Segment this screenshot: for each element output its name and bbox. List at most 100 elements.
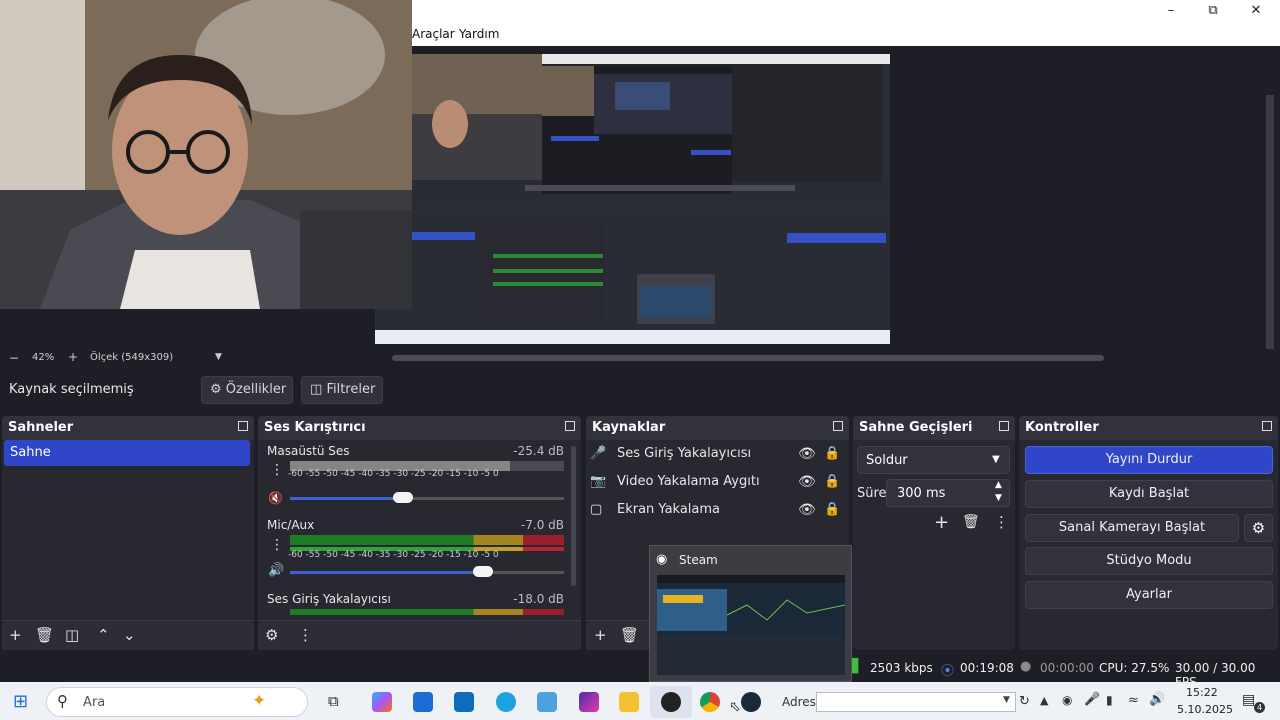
wifi-icon[interactable]: ≈ [1128,693,1139,708]
filter-icon: ◫ [310,382,323,397]
trash-icon[interactable]: 🗑 [620,626,639,644]
meter-ticks: -60 -55 -50 -45 -40 -35 -30 -25 -20 -15 … [288,550,499,560]
taskbar-search[interactable]: ⚲ Ara ✦ [46,687,308,717]
start-virtual-cam-button[interactable]: Sanal Kamerayı Başlat [1025,514,1239,542]
muted-speaker-icon[interactable]: 🔇 [268,491,283,505]
lock-icon[interactable]: 🔒 [824,446,840,461]
studio-mode-button[interactable]: Stüdyo Modu [1025,547,1273,575]
outlook-icon[interactable] [454,692,474,712]
no-source-label: Kaynak seçilmemiş [9,382,134,397]
eye-icon[interactable]: 👁 [798,446,816,462]
source-item[interactable]: 📷 Video Yakalama Aygıtı [590,474,760,489]
webcam-image [0,0,412,309]
tray-app-icon[interactable]: ◉ [1062,693,1072,707]
duration-spinbox[interactable]: 300 ms ▲ ▼ [886,479,1010,507]
eye-icon[interactable]: 👁 [798,474,816,490]
chevron-down-icon[interactable]: ▼ [215,352,222,362]
menu-dots-icon[interactable]: ⋮ [994,513,1009,531]
bitrate: 2503 kbps [870,661,933,675]
move-down-icon[interactable]: ⌄ [123,626,136,644]
volume-slider-fill [290,497,402,500]
float-icon[interactable] [1262,421,1272,431]
channel-menu-icon[interactable]: ⋮ [270,537,284,553]
settings-button[interactable]: Ayarlar [1025,581,1273,609]
battery-icon[interactable]: ▮ [1106,693,1113,707]
monitor-icon: ▢ [590,502,603,517]
chevron-down-icon[interactable]: ▼ [1003,695,1010,705]
lock-icon[interactable]: 🔒 [824,502,840,517]
volume-slider-knob[interactable] [473,566,493,577]
filters-button[interactable]: ◫ Filtreler [301,376,383,404]
steam-taskbar-icon[interactable] [741,692,761,712]
mixer-channel-db: -25.4 dB [513,444,564,458]
start-record-button[interactable]: Kaydı Başlat [1025,480,1273,508]
meter-ticks: -60 -55 -50 -45 -40 -35 -30 -25 -20 -15 … [288,469,499,479]
volume-icon[interactable]: 🔊 [1149,692,1165,707]
preview-canvas[interactable] [375,54,890,344]
source-item[interactable]: 🎤 Ses Giriş Yakalayıcısı [590,446,751,461]
record-icon: ● [1020,659,1032,674]
trash-icon[interactable]: 🗑 [962,514,980,530]
menu-dots-icon[interactable]: ⋮ [298,626,313,644]
channel-menu-icon[interactable]: ⋮ [270,462,284,478]
zoom-in-button[interactable]: + [68,350,78,364]
scene-item[interactable]: Sahne [4,440,250,466]
source-item[interactable]: ▢ Ekran Yakalama [590,502,720,517]
volume-slider-knob[interactable] [393,492,413,503]
float-icon[interactable] [565,421,575,431]
close-icon[interactable]: ✕ [1241,2,1271,20]
chrome-icon[interactable] [700,692,720,712]
zoom-scale[interactable]: Ölçek (549x309) [90,352,173,363]
microphone-tray-icon[interactable]: 🎤 [1084,692,1100,707]
filter-icon[interactable]: ◫ [65,626,79,644]
lock-icon[interactable]: 🔒 [824,474,840,489]
task-view-icon[interactable]: ⧉ [328,692,339,710]
sources-title: Kaynaklar [592,420,666,435]
properties-button[interactable]: ⚙ Özellikler [201,376,293,404]
virtual-cam-settings-gear-icon[interactable]: ⚙ [1244,514,1273,542]
steam-icon: ◉ [656,552,668,567]
clock-time[interactable]: 15:22 [1186,686,1218,699]
copilot-sparkle-icon: ✦ [252,691,267,711]
scenes-toolbar: + 🗑 ◫ ⌃ ⌄ [2,620,254,650]
float-icon[interactable] [238,421,248,431]
chevron-up-icon[interactable]: ▲ [995,480,1002,490]
eye-icon[interactable]: 👁 [798,502,816,518]
chevron-down-icon[interactable]: ▼ [995,493,1002,503]
scenes-title: Sahneler [8,420,74,435]
speaker-icon[interactable]: 🔊 [268,563,284,578]
chevron-up-icon[interactable]: ▲ [1040,694,1048,707]
minimize-icon[interactable]: – [1156,2,1186,20]
menu-help[interactable]: Yardım [459,27,499,41]
address-input[interactable]: ▼ [816,692,1016,712]
clock-date[interactable]: 5.10.2025 [1177,703,1233,716]
restore-icon[interactable]: ⧉ [1198,2,1228,20]
stop-stream-button[interactable]: Yayını Durdur [1025,446,1273,474]
add-icon[interactable]: + [934,512,949,533]
copilot-icon[interactable] [372,692,392,712]
file-explorer-icon[interactable] [619,692,639,712]
preview-vscroll[interactable] [1266,95,1274,349]
steam-thumbnail[interactable]: ◉ Steam [649,545,852,682]
mixer-scrollbar[interactable] [571,446,576,586]
app-icon[interactable] [537,692,557,712]
source-label: Ekran Yakalama [617,502,721,517]
clipchamp-icon[interactable] [579,692,599,712]
edge-icon[interactable] [496,692,516,712]
float-icon[interactable] [833,421,843,431]
transition-select[interactable]: Soldur ▼ [857,446,1010,474]
zoom-out-button[interactable]: − [9,351,19,365]
move-up-icon[interactable]: ⌃ [97,626,110,644]
float-icon[interactable] [999,421,1009,431]
preview-hscroll[interactable] [392,355,1104,361]
trash-icon[interactable]: 🗑 [35,626,54,644]
menu-tools[interactable]: Araçlar [412,27,455,41]
obs-icon[interactable] [661,692,681,712]
windows-start-icon[interactable]: ⊞ [13,691,28,712]
store-icon[interactable] [413,692,433,712]
add-icon[interactable]: + [9,626,22,644]
record-time: 00:00:00 [1040,661,1094,675]
refresh-icon[interactable]: ↻ [1019,694,1030,709]
add-icon[interactable]: + [594,626,607,644]
advanced-audio-icon[interactable]: ⚙ [265,626,278,644]
